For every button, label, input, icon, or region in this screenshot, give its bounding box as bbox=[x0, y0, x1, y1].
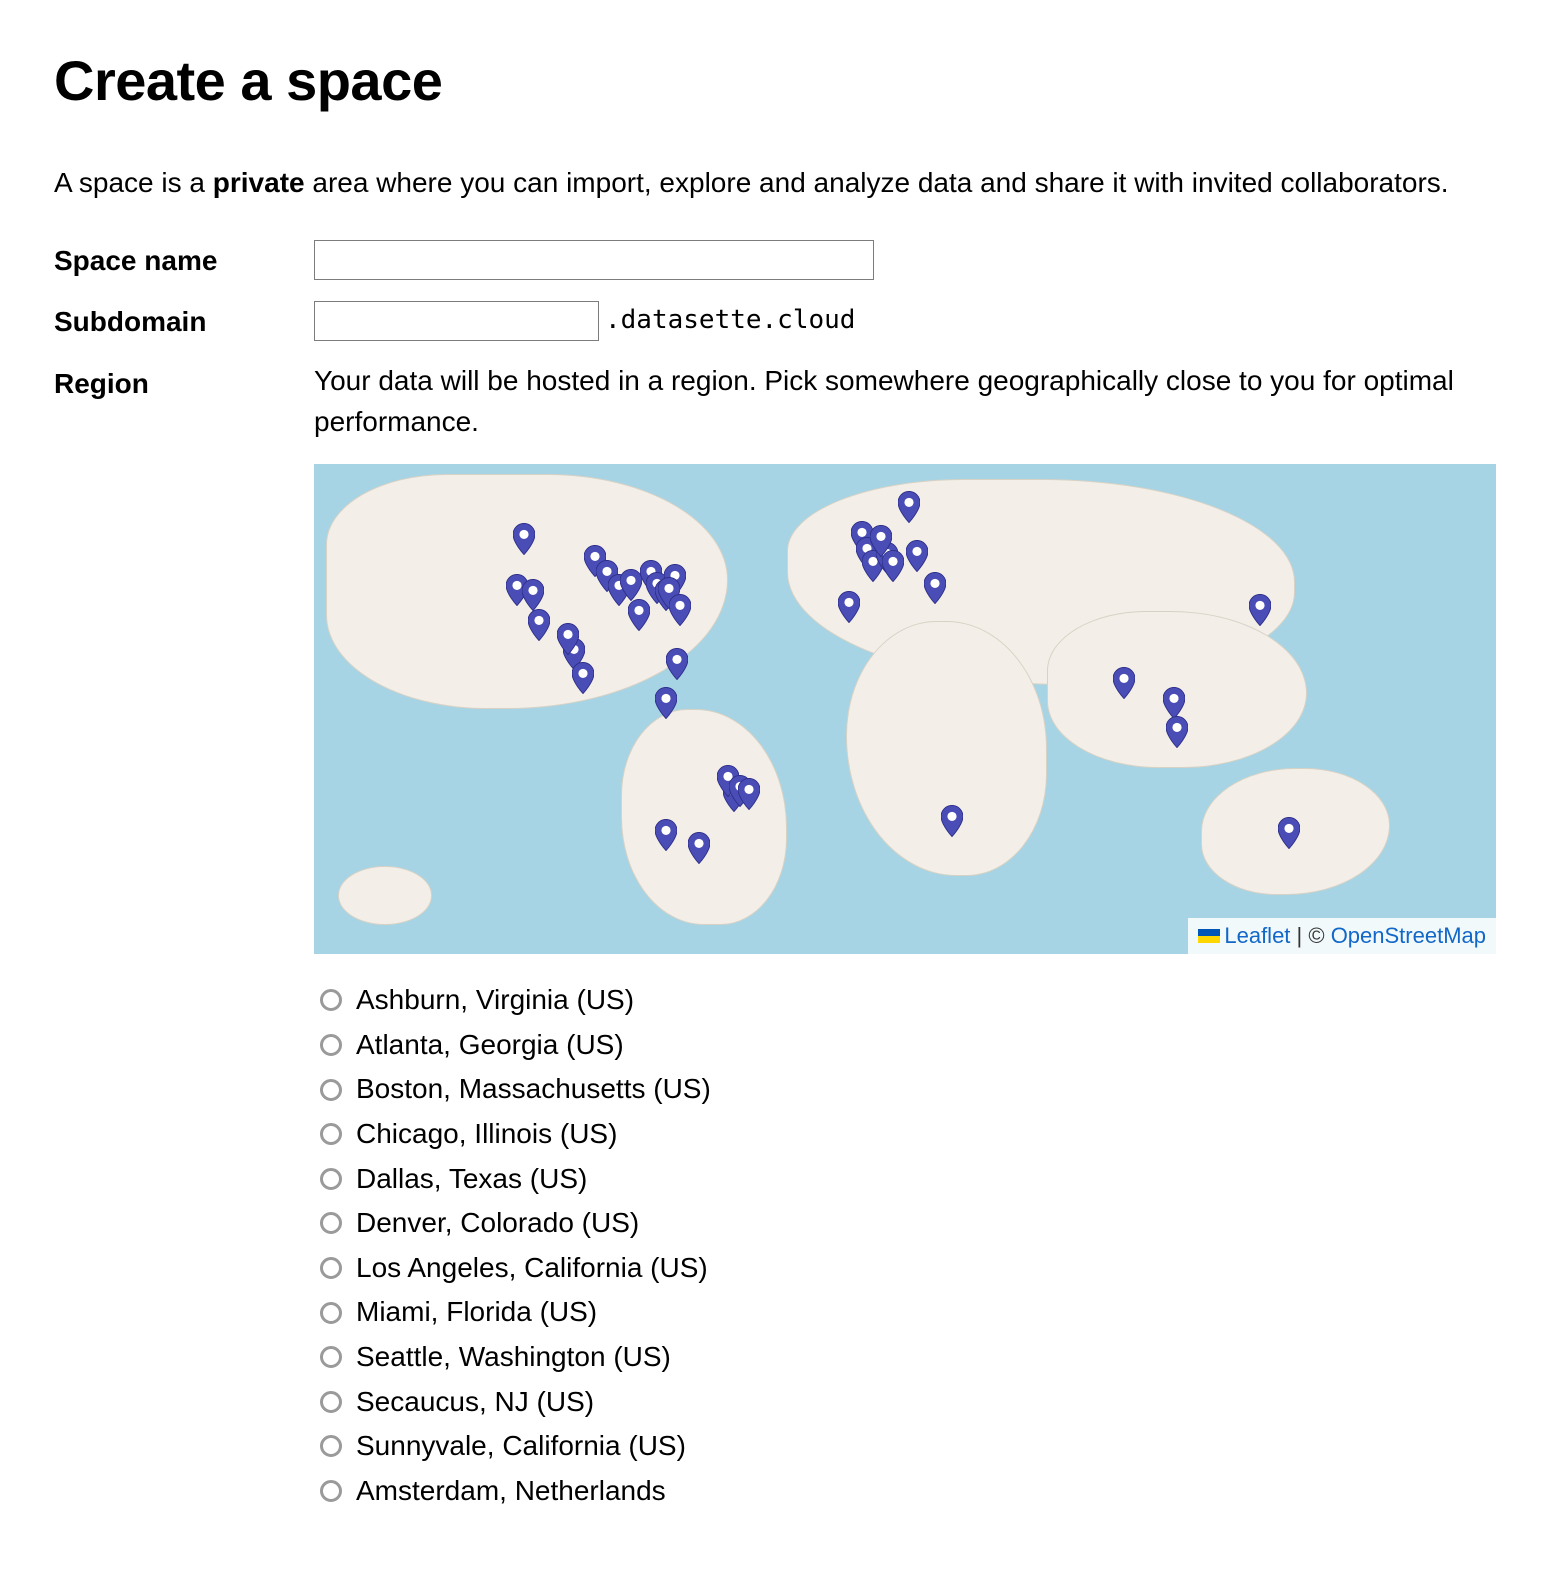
subdomain-input[interactable] bbox=[314, 301, 599, 341]
radio-icon[interactable] bbox=[320, 1168, 342, 1190]
region-option-label: Amsterdam, Netherlands bbox=[356, 1471, 666, 1512]
subdomain-label: Subdomain bbox=[54, 299, 314, 343]
region-option-label: Atlanta, Georgia (US) bbox=[356, 1025, 624, 1066]
region-option[interactable]: Atlanta, Georgia (US) bbox=[320, 1025, 1496, 1066]
region-option[interactable]: Denver, Colorado (US) bbox=[320, 1203, 1496, 1244]
region-map[interactable]: Leaflet | © OpenStreetMap bbox=[314, 464, 1496, 954]
map-pin-icon[interactable] bbox=[513, 523, 535, 555]
desc-post: area where you can import, explore and a… bbox=[305, 167, 1449, 198]
leaflet-link[interactable]: Leaflet bbox=[1224, 923, 1290, 948]
map-pin-icon[interactable] bbox=[1113, 667, 1135, 699]
map-pin-icon[interactable] bbox=[655, 819, 677, 851]
map-attribution: Leaflet | © OpenStreetMap bbox=[1188, 918, 1496, 954]
map-pin-icon[interactable] bbox=[655, 687, 677, 719]
map-pin-icon[interactable] bbox=[1278, 817, 1300, 849]
region-option-label: Miami, Florida (US) bbox=[356, 1292, 597, 1333]
radio-icon[interactable] bbox=[320, 1480, 342, 1502]
radio-icon[interactable] bbox=[320, 1079, 342, 1101]
radio-icon[interactable] bbox=[320, 1123, 342, 1145]
radio-icon[interactable] bbox=[320, 989, 342, 1011]
attrib-sep: | © bbox=[1290, 923, 1330, 948]
region-option[interactable]: Sunnyvale, California (US) bbox=[320, 1426, 1496, 1467]
map-pin-icon[interactable] bbox=[528, 609, 550, 641]
region-label: Region bbox=[54, 361, 314, 405]
desc-emphasis: private bbox=[213, 167, 305, 198]
radio-icon[interactable] bbox=[320, 1346, 342, 1368]
ukraine-flag-icon bbox=[1198, 929, 1220, 943]
map-pin-icon[interactable] bbox=[666, 648, 688, 680]
region-option-label: Los Angeles, California (US) bbox=[356, 1248, 708, 1289]
region-option-label: Boston, Massachusetts (US) bbox=[356, 1069, 711, 1110]
map-pin-icon[interactable] bbox=[882, 550, 904, 582]
region-option[interactable]: Miami, Florida (US) bbox=[320, 1292, 1496, 1333]
map-pin-icon[interactable] bbox=[669, 594, 691, 626]
map-pin-icon[interactable] bbox=[688, 832, 710, 864]
region-option[interactable]: Ashburn, Virginia (US) bbox=[320, 980, 1496, 1021]
page-description: A space is a private area where you can … bbox=[54, 163, 1496, 204]
region-option-label: Denver, Colorado (US) bbox=[356, 1203, 639, 1244]
map-pin-icon[interactable] bbox=[1249, 594, 1271, 626]
region-option[interactable]: Amsterdam, Netherlands bbox=[320, 1471, 1496, 1512]
space-name-input[interactable] bbox=[314, 240, 874, 280]
region-option-label: Sunnyvale, California (US) bbox=[356, 1426, 686, 1467]
map-pin-icon[interactable] bbox=[1163, 687, 1185, 719]
map-pin-icon[interactable] bbox=[572, 662, 594, 694]
map-pin-icon[interactable] bbox=[898, 491, 920, 523]
radio-icon[interactable] bbox=[320, 1435, 342, 1457]
region-option[interactable]: Seattle, Washington (US) bbox=[320, 1337, 1496, 1378]
region-option-label: Dallas, Texas (US) bbox=[356, 1159, 587, 1200]
map-pin-icon[interactable] bbox=[1166, 716, 1188, 748]
region-option-label: Secaucus, NJ (US) bbox=[356, 1382, 594, 1423]
map-pin-icon[interactable] bbox=[838, 591, 860, 623]
region-option-label: Chicago, Illinois (US) bbox=[356, 1114, 617, 1155]
region-help-text: Your data will be hosted in a region. Pi… bbox=[314, 361, 1496, 442]
region-option[interactable]: Secaucus, NJ (US) bbox=[320, 1382, 1496, 1423]
desc-pre: A space is a bbox=[54, 167, 213, 198]
map-pin-icon[interactable] bbox=[906, 540, 928, 572]
radio-icon[interactable] bbox=[320, 1034, 342, 1056]
radio-icon[interactable] bbox=[320, 1212, 342, 1234]
radio-icon[interactable] bbox=[320, 1302, 342, 1324]
region-option[interactable]: Los Angeles, California (US) bbox=[320, 1248, 1496, 1289]
radio-icon[interactable] bbox=[320, 1257, 342, 1279]
subdomain-suffix: .datasette.cloud bbox=[605, 305, 855, 335]
map-pin-icon[interactable] bbox=[557, 623, 579, 655]
region-option[interactable]: Chicago, Illinois (US) bbox=[320, 1114, 1496, 1155]
map-pin-icon[interactable] bbox=[620, 569, 642, 601]
region-list: Ashburn, Virginia (US)Atlanta, Georgia (… bbox=[314, 980, 1496, 1511]
space-name-label: Space name bbox=[54, 238, 314, 282]
osm-link[interactable]: OpenStreetMap bbox=[1331, 923, 1486, 948]
radio-icon[interactable] bbox=[320, 1391, 342, 1413]
region-option[interactable]: Boston, Massachusetts (US) bbox=[320, 1069, 1496, 1110]
region-option-label: Seattle, Washington (US) bbox=[356, 1337, 671, 1378]
region-option[interactable]: Dallas, Texas (US) bbox=[320, 1159, 1496, 1200]
region-option-label: Ashburn, Virginia (US) bbox=[356, 980, 634, 1021]
page-title: Create a space bbox=[54, 40, 1496, 121]
map-pin-icon[interactable] bbox=[941, 805, 963, 837]
map-pin-icon[interactable] bbox=[738, 778, 760, 810]
map-pin-icon[interactable] bbox=[522, 579, 544, 611]
map-pin-icon[interactable] bbox=[924, 572, 946, 604]
